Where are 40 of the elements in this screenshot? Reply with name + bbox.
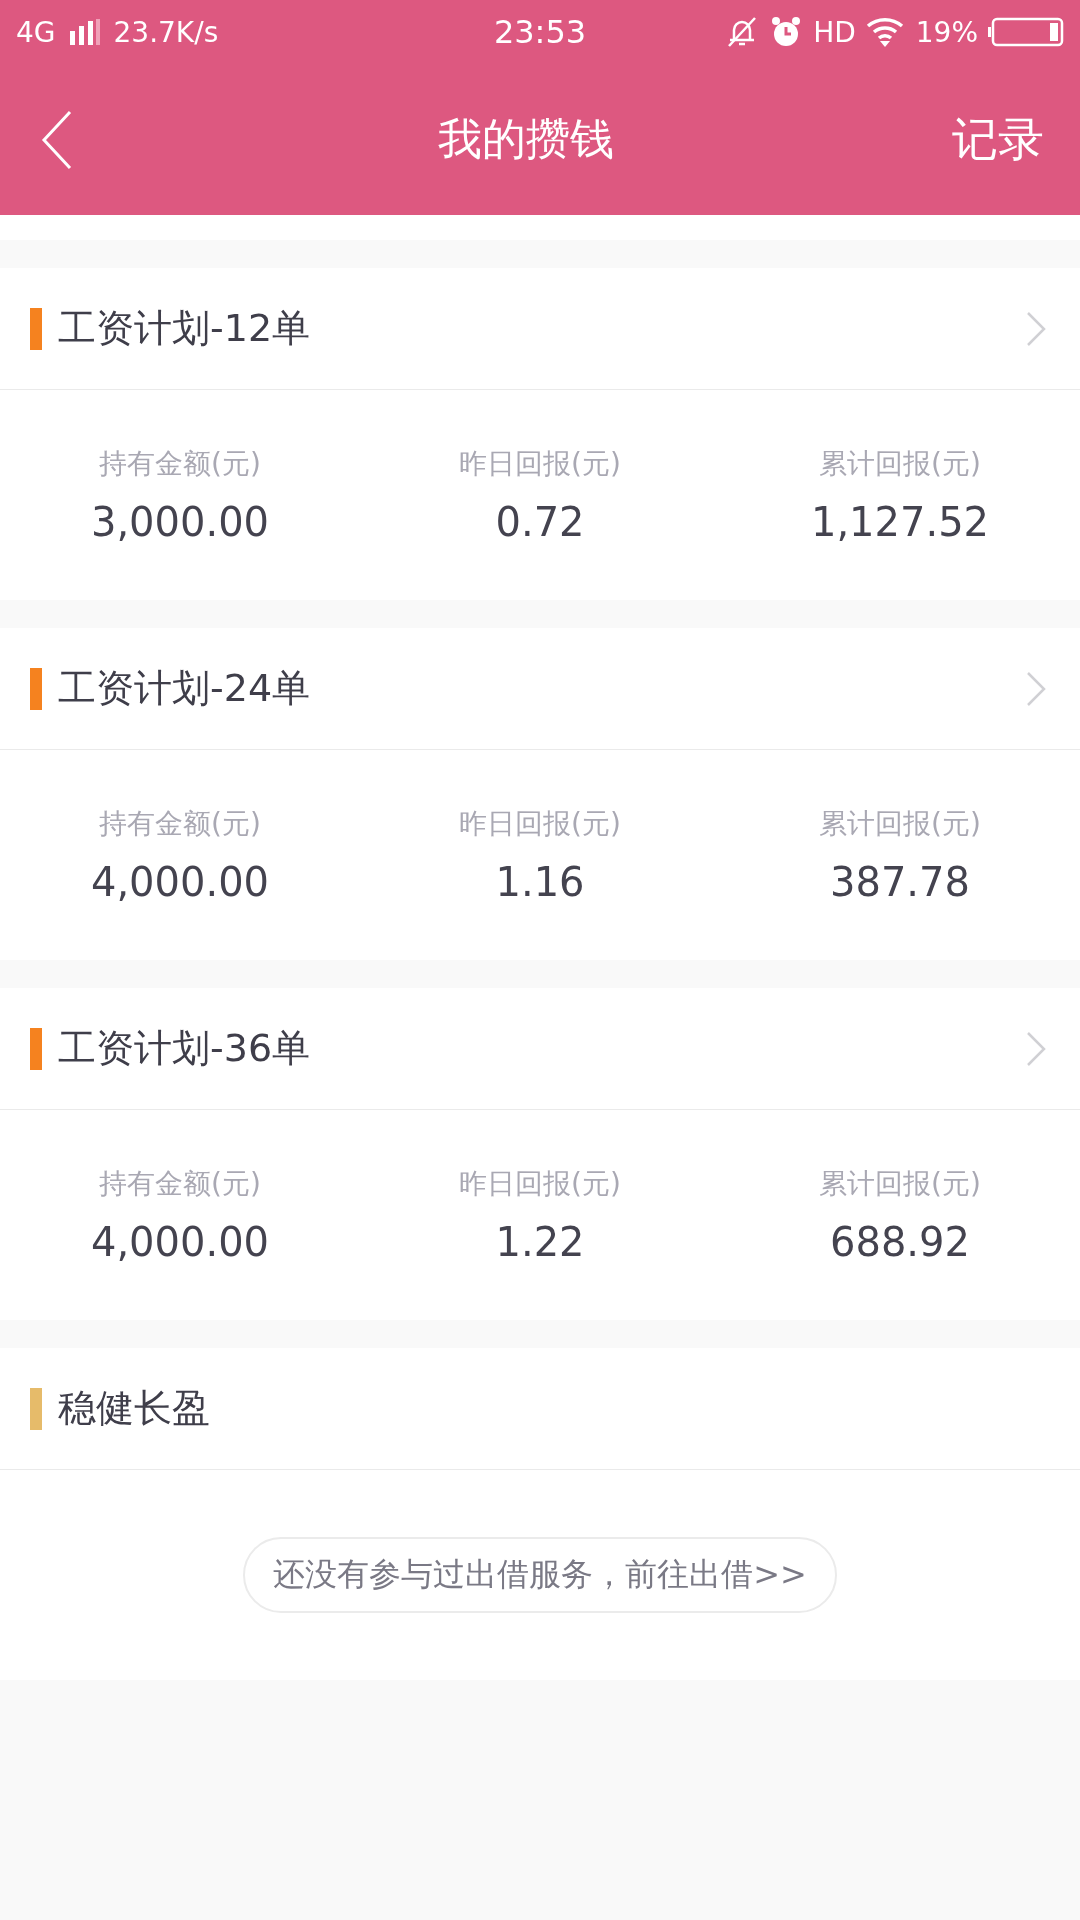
stat-value: 3,000.00 bbox=[90, 499, 270, 545]
plan-title: 工资计划-12单 bbox=[58, 305, 312, 352]
stat-value: 1.22 bbox=[495, 1219, 585, 1265]
stat-label: 持有金额(元) bbox=[99, 1166, 261, 1202]
hd-indicator: HD bbox=[813, 15, 856, 49]
plan-header[interactable]: 工资计划-24单 bbox=[0, 628, 1080, 750]
network-speed: 23.7K/s bbox=[113, 15, 219, 49]
stat-value: 688.92 bbox=[830, 1219, 970, 1265]
stat-value: 1,127.52 bbox=[810, 499, 990, 545]
battery-icon bbox=[988, 17, 1064, 47]
plan-header[interactable]: 工资计划-36单 bbox=[0, 988, 1080, 1110]
chevron-right-icon bbox=[1026, 310, 1046, 347]
plan-title: 工资计划-36单 bbox=[58, 1025, 312, 1072]
stat-label: 昨日回报(元) bbox=[459, 806, 621, 842]
stat-value: 0.72 bbox=[495, 499, 585, 545]
stat-label: 昨日回报(元) bbox=[459, 446, 621, 482]
page-title: 我的攒钱 bbox=[438, 112, 614, 166]
stat-label: 持有金额(元) bbox=[99, 806, 261, 842]
stat-label: 累计回报(元) bbox=[819, 446, 981, 482]
wifi-icon bbox=[865, 16, 906, 48]
stat-label: 昨日回报(元) bbox=[459, 1166, 621, 1202]
stat-value: 387.78 bbox=[830, 859, 970, 905]
stat-value: 4,000.00 bbox=[90, 859, 270, 905]
clock: 23:53 bbox=[493, 13, 587, 51]
stat-label: 持有金额(元) bbox=[99, 446, 261, 482]
plan-header[interactable]: 工资计划-12单 bbox=[0, 268, 1080, 390]
signal-icon bbox=[69, 19, 100, 45]
plan-title: 稳健长盈 bbox=[58, 1385, 211, 1432]
stat-value: 4,000.00 bbox=[90, 1219, 270, 1265]
chevron-right-icon bbox=[1026, 1030, 1046, 1067]
stat-label: 累计回报(元) bbox=[819, 806, 981, 842]
stat-value: 1.16 bbox=[495, 859, 585, 905]
back-icon bbox=[40, 109, 74, 170]
battery-percent: 19% bbox=[915, 15, 978, 49]
chevron-right-icon bbox=[1026, 670, 1046, 707]
plan-title: 工资计划-24单 bbox=[58, 665, 312, 712]
records-button[interactable]: 记录 bbox=[952, 108, 1044, 171]
invest-link-button[interactable]: 还没有参与过出借服务，前往出借>> bbox=[243, 1537, 837, 1613]
stat-label: 累计回报(元) bbox=[819, 1166, 981, 1202]
network-type: 4G bbox=[16, 15, 56, 49]
